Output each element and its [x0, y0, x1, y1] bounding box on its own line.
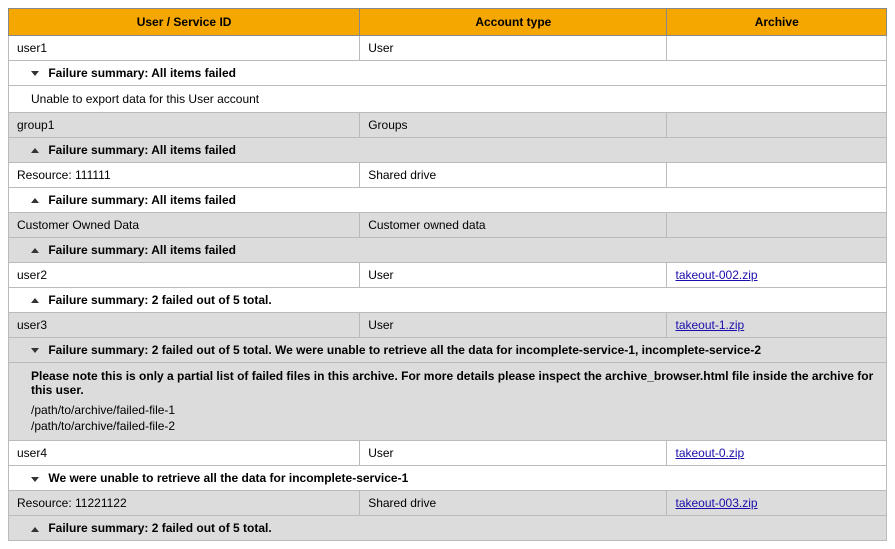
failure-summary-text: Failure summary: 2 failed out of 5 total…	[48, 343, 761, 357]
chevron-down-icon	[31, 477, 39, 482]
failure-summary-row[interactable]: Failure summary: 2 failed out of 5 total…	[9, 516, 887, 541]
cell-archive: takeout-0.zip	[667, 441, 887, 466]
partial-list-note: Please note this is only a partial list …	[31, 369, 878, 397]
archive-link[interactable]: takeout-003.zip	[675, 496, 757, 510]
chevron-up-icon	[31, 198, 39, 203]
failure-detail-row: Unable to export data for this User acco…	[9, 86, 887, 113]
failure-summary-text: Failure summary: All items failed	[48, 193, 236, 207]
chevron-up-icon	[31, 148, 39, 153]
table-row: user2 User takeout-002.zip	[9, 263, 887, 288]
cell-type: User	[360, 263, 667, 288]
cell-archive	[667, 213, 887, 238]
cell-id: user3	[9, 313, 360, 338]
cell-type: User	[360, 441, 667, 466]
table-row: group1 Groups	[9, 113, 887, 138]
table-row: user1 User	[9, 36, 887, 61]
failure-summary-row[interactable]: Failure summary: All items failed	[9, 138, 887, 163]
header-account-type: Account type	[360, 9, 667, 36]
failure-summary-row[interactable]: Failure summary: All items failed	[9, 188, 887, 213]
table-row: user4 User takeout-0.zip	[9, 441, 887, 466]
chevron-up-icon	[31, 527, 39, 532]
cell-archive: takeout-1.zip	[667, 313, 887, 338]
failure-summary-text: Failure summary: All items failed	[48, 143, 236, 157]
cell-archive: takeout-003.zip	[667, 491, 887, 516]
failure-summary-row[interactable]: Failure summary: All items failed	[9, 238, 887, 263]
failure-summary-row[interactable]: Failure summary: 2 failed out of 5 total…	[9, 338, 887, 363]
failure-summary-row[interactable]: Failure summary: 2 failed out of 5 total…	[9, 288, 887, 313]
header-archive: Archive	[667, 9, 887, 36]
cell-id: Resource: 11221122	[9, 491, 360, 516]
cell-archive	[667, 36, 887, 61]
failure-summary-text: Failure summary: All items failed	[48, 243, 236, 257]
chevron-up-icon	[31, 248, 39, 253]
cell-type: Shared drive	[360, 163, 667, 188]
cell-id: group1	[9, 113, 360, 138]
failure-summary-text: Failure summary: 2 failed out of 5 total…	[48, 293, 271, 307]
failure-summary-row[interactable]: We were unable to retrieve all the data …	[9, 466, 887, 491]
header-user-service-id: User / Service ID	[9, 9, 360, 36]
table-row: Resource: 11221122 Shared drive takeout-…	[9, 491, 887, 516]
failed-file-path: /path/to/archive/failed-file-1	[31, 403, 878, 419]
archive-link[interactable]: takeout-002.zip	[675, 268, 757, 282]
failure-summary-row[interactable]: Failure summary: All items failed	[9, 61, 887, 86]
failed-file-path: /path/to/archive/failed-file-2	[31, 419, 878, 435]
failure-summary-text: We were unable to retrieve all the data …	[48, 471, 408, 485]
archive-link[interactable]: takeout-1.zip	[675, 318, 744, 332]
archive-link[interactable]: takeout-0.zip	[675, 446, 744, 460]
cell-id: user2	[9, 263, 360, 288]
table-row: user3 User takeout-1.zip	[9, 313, 887, 338]
cell-type: Shared drive	[360, 491, 667, 516]
cell-type: Groups	[360, 113, 667, 138]
cell-archive	[667, 163, 887, 188]
cell-id: user4	[9, 441, 360, 466]
header-row: User / Service ID Account type Archive	[9, 9, 887, 36]
chevron-up-icon	[31, 298, 39, 303]
cell-archive	[667, 113, 887, 138]
cell-id: user1	[9, 36, 360, 61]
cell-type: Customer owned data	[360, 213, 667, 238]
cell-id: Customer Owned Data	[9, 213, 360, 238]
export-status-table: User / Service ID Account type Archive u…	[8, 8, 887, 541]
cell-archive: takeout-002.zip	[667, 263, 887, 288]
failure-detail-text: Unable to export data for this User acco…	[9, 86, 887, 113]
failure-detail-row: Please note this is only a partial list …	[9, 363, 887, 441]
table-row: Resource: 111111 Shared drive	[9, 163, 887, 188]
table-row: Customer Owned Data Customer owned data	[9, 213, 887, 238]
failure-summary-text: Failure summary: 2 failed out of 5 total…	[48, 521, 271, 535]
cell-type: User	[360, 313, 667, 338]
cell-type: User	[360, 36, 667, 61]
failure-summary-text: Failure summary: All items failed	[48, 66, 236, 80]
cell-id: Resource: 111111	[9, 163, 360, 188]
chevron-down-icon	[31, 71, 39, 76]
chevron-down-icon	[31, 348, 39, 353]
